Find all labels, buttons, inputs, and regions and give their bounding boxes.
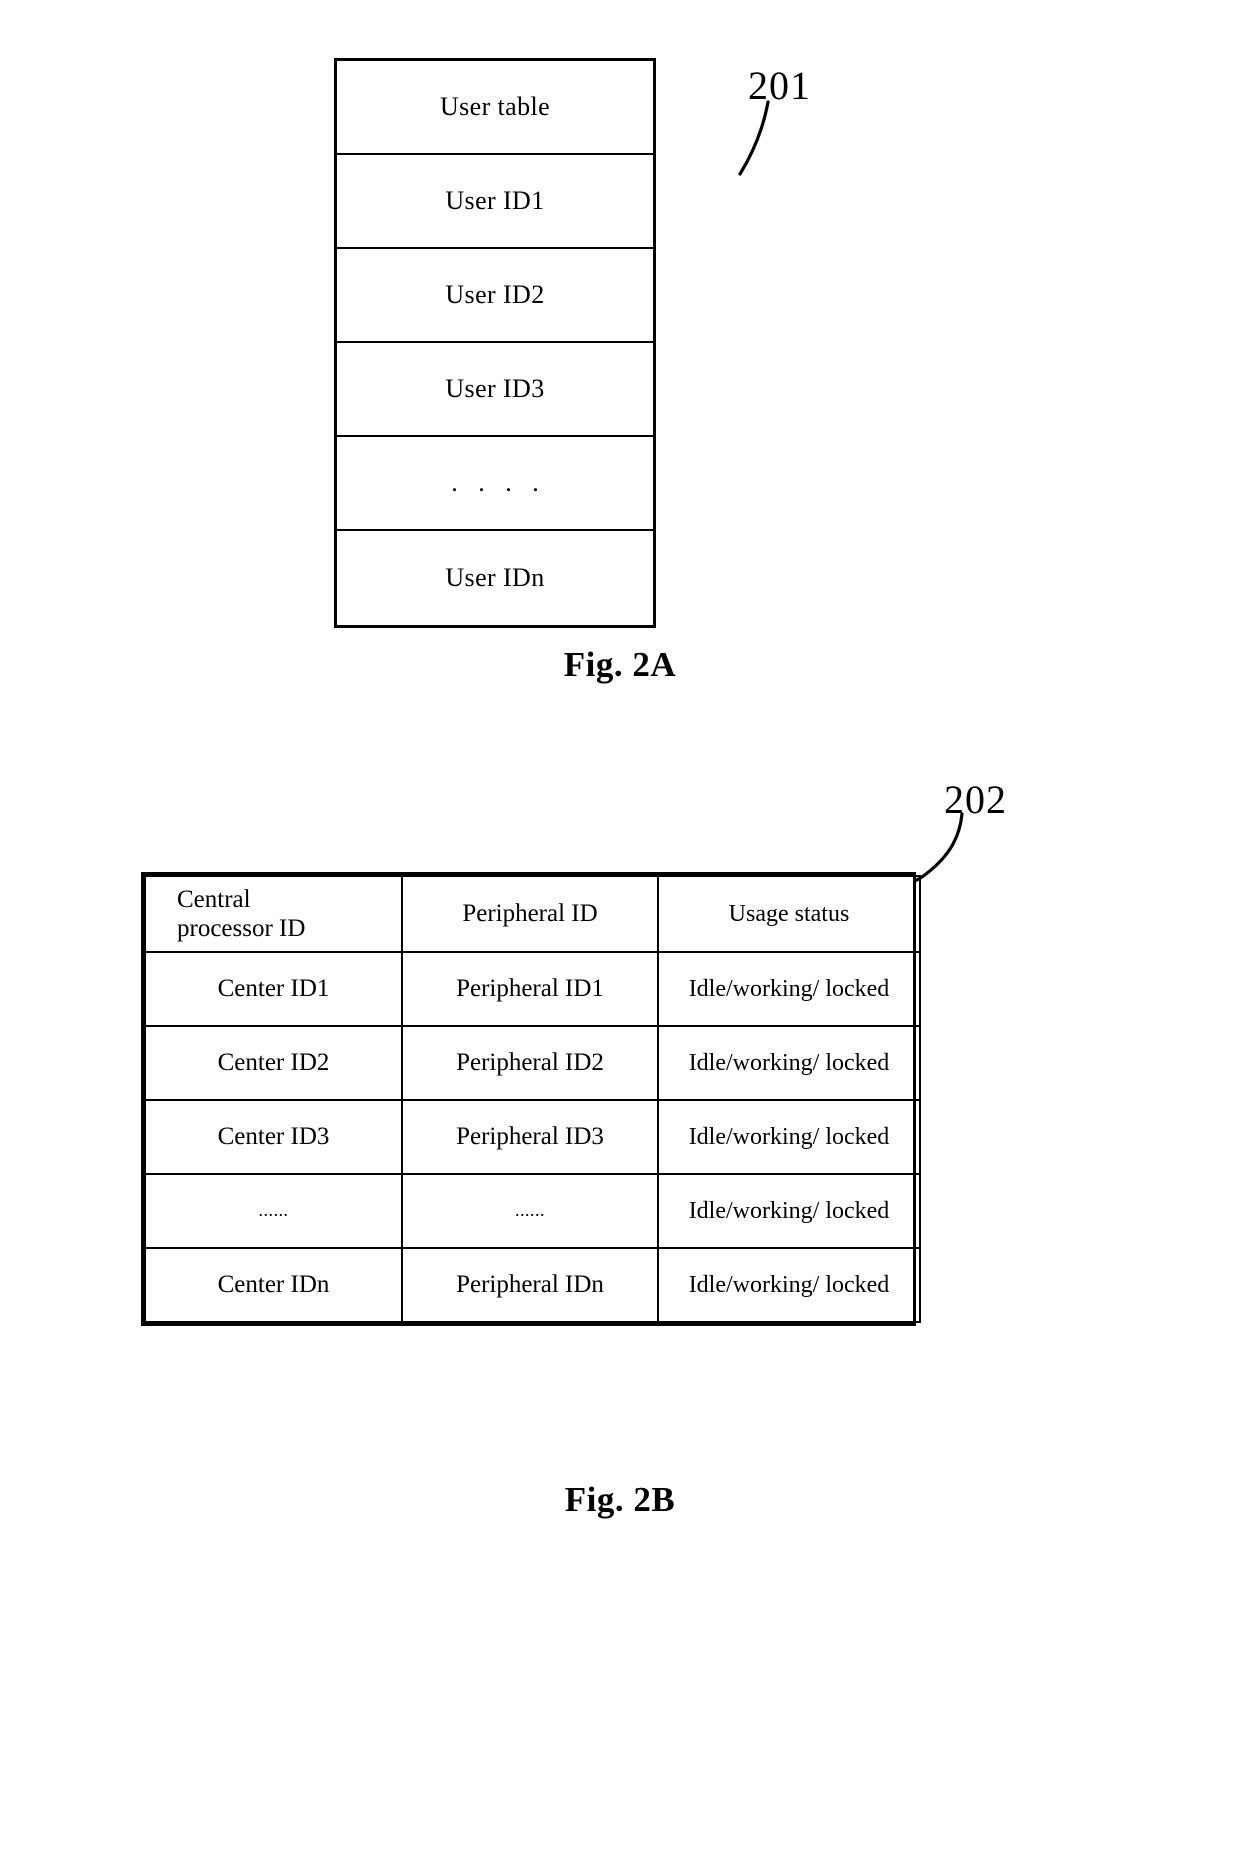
allocation-table: Central processor ID Peripheral ID Usage… (144, 875, 921, 1323)
patent-figure-page: User table User ID1 User ID2 User ID3 . … (0, 0, 1240, 1854)
cell-center-id: Center ID1 (144, 951, 403, 1027)
table-row: Center ID2 Peripheral ID2 Idle/working/ … (144, 1025, 921, 1101)
cell-peripheral-id: Peripheral ID1 (401, 951, 659, 1027)
cell-center-id: Center ID3 (144, 1099, 403, 1175)
cell-peripheral-id: Peripheral ID2 (401, 1025, 659, 1101)
cell-usage-status: Idle/working/ locked (657, 951, 921, 1027)
figure-2b-caption: Fig. 2B (564, 1480, 676, 1519)
table-row: Center ID1 Peripheral ID1 Idle/working/ … (144, 951, 921, 1027)
header-line-2: processor ID (177, 915, 306, 942)
cell-usage-status: Idle/working/ locked (657, 1025, 921, 1101)
cell-usage-status: Idle/working/ locked (657, 1247, 921, 1323)
cell-peripheral-id: Peripheral ID3 (401, 1099, 659, 1175)
table-row: Center ID3 Peripheral ID3 Idle/working/ … (144, 1099, 921, 1175)
cell-usage-status: Idle/working/ locked (657, 1099, 921, 1175)
figure-2b: 202 Central processor ID Peripheral ID U… (0, 0, 1240, 1854)
cell-center-id: Center IDn (144, 1247, 403, 1323)
cell-center-id: Center ID2 (144, 1025, 403, 1101)
peripheral-allocation-table-202: Central processor ID Peripheral ID Usage… (141, 872, 921, 1326)
header-usage-status: Usage status (657, 875, 921, 953)
cell-ellipsis: ...... (144, 1173, 403, 1249)
header-peripheral-id: Peripheral ID (401, 875, 659, 953)
header-line-1: Central (177, 885, 251, 913)
cell-ellipsis: ...... (401, 1173, 659, 1249)
table-row: ...... ...... Idle/working/ locked (144, 1173, 921, 1249)
table-header-row: Central processor ID Peripheral ID Usage… (144, 875, 921, 953)
cell-usage-status: Idle/working/ locked (657, 1173, 921, 1249)
cell-peripheral-id: Peripheral IDn (401, 1247, 659, 1323)
header-central-processor-id: Central processor ID (144, 875, 403, 953)
table-row: Center IDn Peripheral IDn Idle/working/ … (144, 1247, 921, 1323)
